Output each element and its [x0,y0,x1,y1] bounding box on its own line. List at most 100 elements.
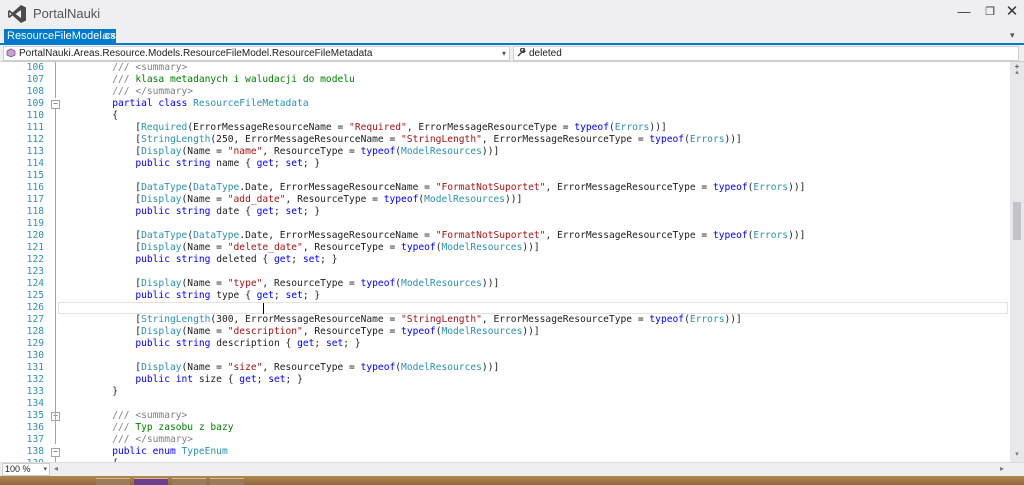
code-token: ; } [302,290,321,301]
code-line[interactable]: 106 /// <summary> [0,62,1010,74]
code-token: ))] [522,242,540,253]
code-token: TypeEnum [181,446,228,457]
line-number: 110 [26,110,44,121]
vertical-scrollbar[interactable]: + ▴ ▾ [1010,62,1024,462]
minimize-button[interactable]: — [950,2,978,24]
close-window-button[interactable]: ✕ [998,2,1024,24]
code-token: "FormatNotSuportet" [435,182,546,193]
code-line[interactable]: 123 [0,266,1010,278]
code-line[interactable]: 137 /// </summary> [0,434,1010,446]
code-token: Display [141,362,182,373]
code-line[interactable]: 134 [0,398,1010,410]
code-line[interactable]: 136 /// Typ zasobu z bazy [0,422,1010,434]
line-number: 135 [26,410,44,421]
code-line[interactable]: 117 [Display(Name = "add_date", Resource… [0,194,1010,206]
scroll-right-icon[interactable]: ▸ [1000,464,1004,473]
line-number: 122 [26,254,44,265]
scroll-left-icon[interactable]: ◂ [54,464,58,473]
code-text: public string name { get; set; } [66,158,320,170]
code-token: ))] [788,182,806,193]
code-token: set [285,206,303,217]
code-token: set [268,374,286,385]
taskbar-app-button[interactable] [172,478,206,485]
code-line[interactable]: 125 public string type { get; set; } [0,290,1010,302]
code-token: "type" [227,278,263,289]
code-token: [ [66,122,142,133]
code-text: { [66,110,118,122]
code-token: typeof [712,182,748,193]
scroll-thumb[interactable] [1013,202,1021,240]
code-line[interactable]: 108 /// </summary> [0,86,1010,98]
tab-resourcefilemodel[interactable]: ResourceFileModel.cs ⊕ ✕ [4,29,117,44]
code-line[interactable]: 135− /// <summary> [0,410,1010,422]
code-text: public enum TypeEnum [66,446,228,458]
code-text: public string deleted { get; set; } [66,254,337,266]
line-number: 113 [26,146,44,157]
code-token: , ResourceType = [302,326,402,337]
code-token: </summary> [135,434,194,445]
code-line[interactable]: 124 [Display(Name = "type", ResourceType… [0,278,1010,290]
code-line[interactable]: 131 [Display(Name = "size", ResourceType… [0,362,1010,374]
taskbar-app-button[interactable] [134,478,168,485]
code-line[interactable]: 127 [StringLength(300, ErrorMessageResou… [0,314,1010,326]
code-token: ; } [302,206,321,217]
code-token: "add_date" [227,194,286,205]
code-line[interactable]: 133 } [0,386,1010,398]
tab-list-dropdown-icon[interactable]: ▾ [1010,30,1015,41]
code-token: klasa metadanych i waludacji do modelu [135,74,355,85]
code-token: [ [66,362,142,373]
code-token: "delete_date" [227,242,303,253]
code-token: ; [314,338,326,349]
code-line[interactable]: 138− public enum TypeEnum [0,446,1010,458]
code-line[interactable]: 121 [Display(Name = "delete_date", Resou… [0,242,1010,254]
line-number: 121 [26,242,44,253]
code-line[interactable]: 112 [StringLength(250, ErrorMessageResou… [0,134,1010,146]
code-token: Typ zasobu z bazy [135,422,234,433]
scroll-down-icon[interactable]: ▾ [1010,450,1024,460]
code-token: ))] [724,314,742,325]
type-dropdown[interactable]: PortalNauki.Areas.Resource.Models.Resour… [3,46,510,61]
code-text: partial class ResourceFileMetadata [66,98,308,110]
code-line[interactable]: 128 [Display(Name = "description", Resou… [0,326,1010,338]
zoom-dropdown[interactable]: 100 % ▾ [2,463,50,476]
code-token: Required [141,122,188,133]
outline-guide [55,108,56,432]
code-line[interactable]: 126 [0,302,1010,314]
code-token: DataType [193,182,240,193]
code-line[interactable]: 130 [0,350,1010,362]
code-line[interactable]: 110 { [0,110,1010,122]
code-line[interactable]: 115 [0,170,1010,182]
scroll-up-icon[interactable]: ▴ [1010,68,1024,78]
code-token: /// [66,422,136,433]
member-dropdown[interactable]: deleted [513,46,1019,61]
close-tab-icon[interactable]: ✕ [109,29,117,44]
code-token: DataType [193,230,240,241]
code-line[interactable]: 113 [Display(Name = "name", ResourceType… [0,146,1010,158]
code-token: StringLength [141,314,211,325]
code-line[interactable]: 118 public string date { get; set; } [0,206,1010,218]
code-editor[interactable]: 106 /// <summary> 107 /// klasa metadanyc… [0,62,1010,462]
code-token: ))] [522,326,540,337]
code-line[interactable]: 119 [0,218,1010,230]
code-line[interactable]: 132 public int size { get; set; } [0,374,1010,386]
taskbar-app-button[interactable] [210,478,244,485]
code-line[interactable]: 107 /// klasa metadanych i waludacji do … [0,74,1010,86]
line-number: 123 [26,266,44,277]
code-line[interactable]: 109− partial class ResourceFileMetadata [0,98,1010,110]
code-token: (250, ErrorMessageResourceName = [210,134,402,145]
code-token: Errors [753,182,789,193]
code-token: size { [198,374,240,385]
code-line[interactable]: 111 [Required(ErrorMessageResourceName =… [0,122,1010,134]
code-line[interactable]: 129 public string description { get; set… [0,338,1010,350]
code-text: /// </summary> [66,434,193,446]
code-line[interactable]: 114 public string name { get; set; } [0,158,1010,170]
navigation-bar: PortalNauki.Areas.Resource.Models.Resour… [0,45,1024,62]
code-line[interactable]: 116 [DataType(DataType.Date, ErrorMessag… [0,182,1010,194]
code-token: DataType [141,230,188,241]
code-line[interactable]: 122 public string deleted { get; set; } [0,254,1010,266]
code-token: Errors [753,230,789,241]
taskbar-app-button[interactable] [96,478,130,485]
code-line[interactable]: 120 [DataType(DataType.Date, ErrorMessag… [0,230,1010,242]
line-number: 136 [26,422,44,433]
